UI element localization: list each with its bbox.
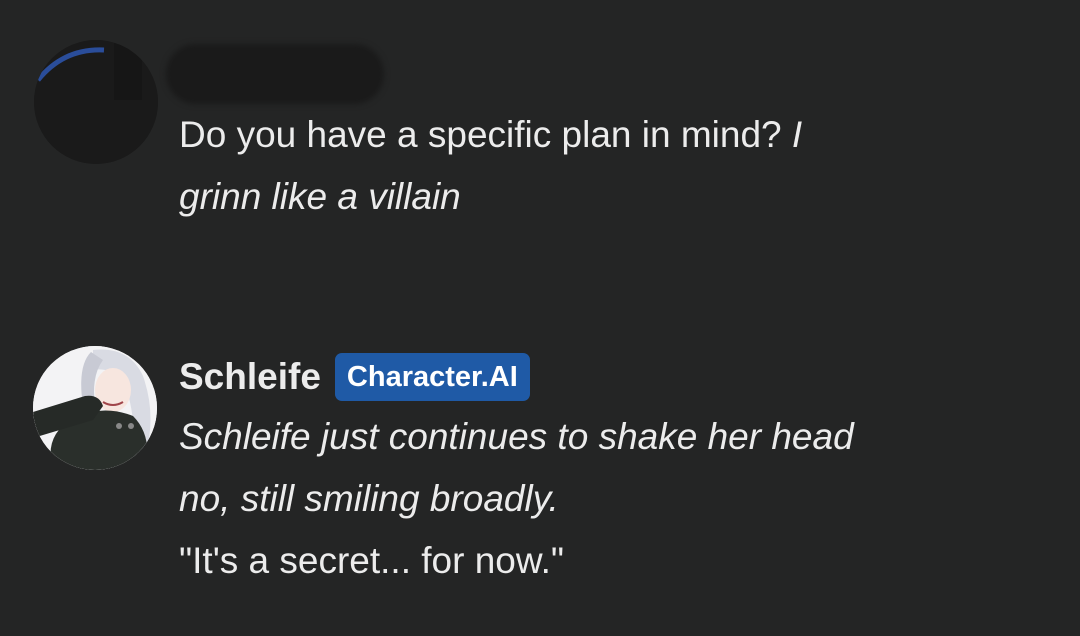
character-ai-badge: Character.AI: [334, 353, 530, 401]
character-message-line-1: Schleife just continues to shake her hea…: [179, 416, 854, 457]
character-header: Schleife Character.AI: [179, 352, 530, 402]
user-message-line-2: grinn like a villain: [179, 176, 461, 217]
user-message-text: Do you have a specific plan in mind? I g…: [179, 104, 802, 228]
character-message-line-2: no, still smiling broadly.: [179, 478, 559, 519]
character-message-text: Schleife just continues to shake her hea…: [179, 406, 854, 592]
character-name[interactable]: Schleife: [179, 356, 321, 398]
character-portrait-icon: [33, 346, 157, 470]
character-message-line-3: "It's a secret... for now.": [179, 540, 564, 581]
character-avatar[interactable]: [33, 346, 157, 470]
user-name-redacted: [166, 44, 384, 104]
redaction-scribble-icon: [34, 40, 158, 164]
user-message-line-1: Do you have a specific plan in mind? I: [179, 114, 803, 155]
user-avatar-redacted: [34, 40, 158, 164]
